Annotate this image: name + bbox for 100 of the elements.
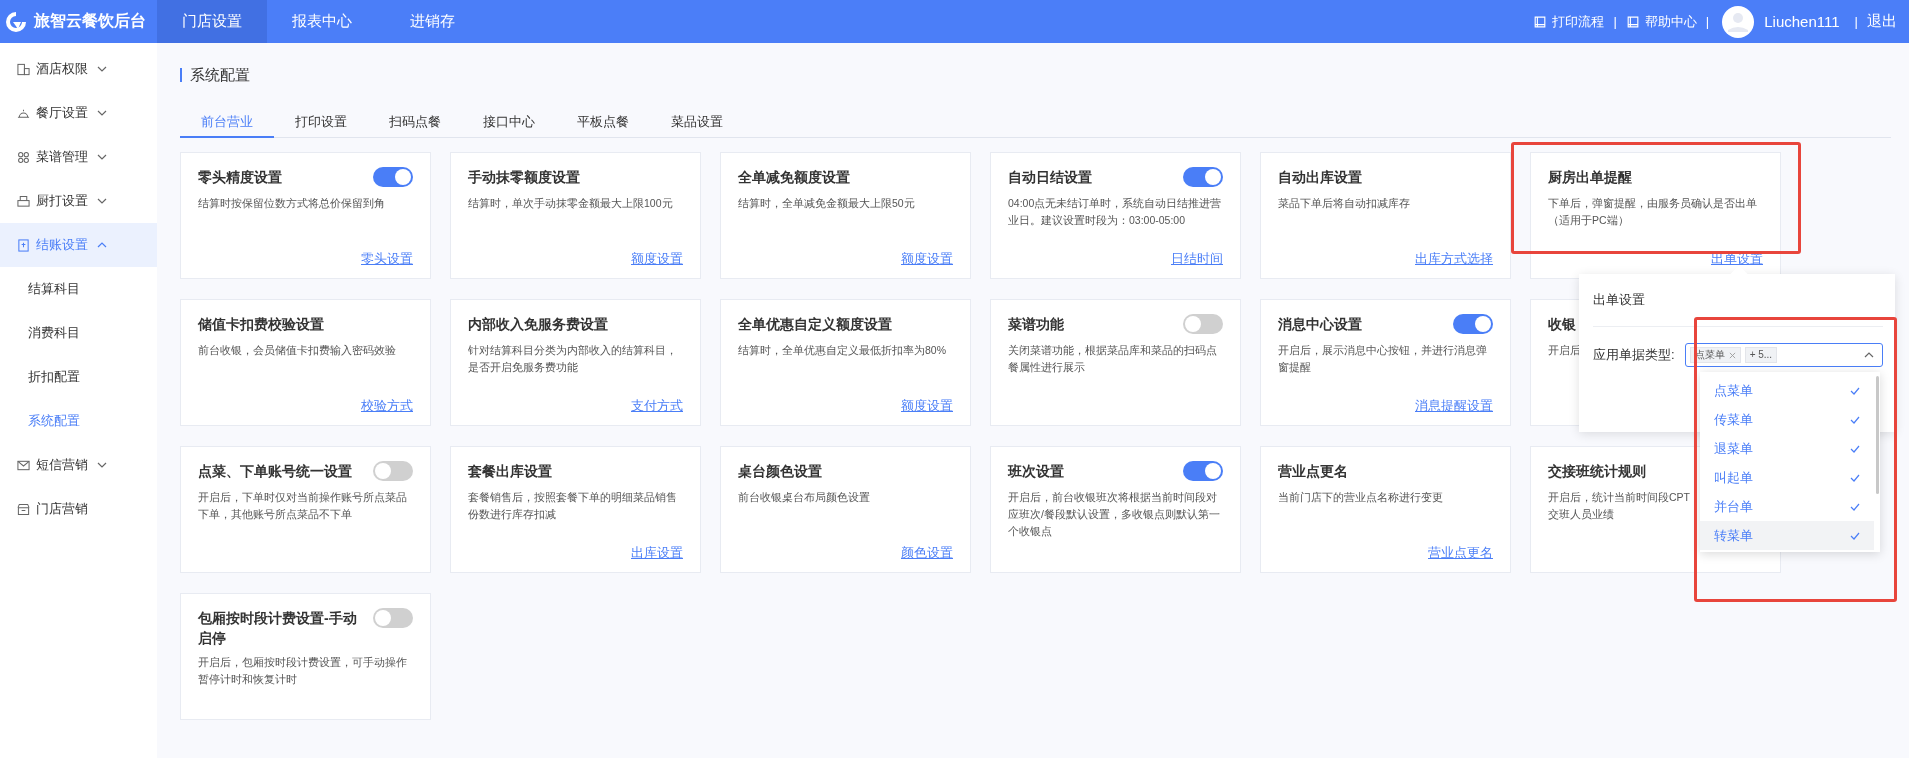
- avatar-icon[interactable]: [1722, 5, 1755, 38]
- header-link[interactable]: 打印流程: [1533, 12, 1605, 31]
- page-title: 系统配置: [180, 68, 1891, 82]
- separator: |: [1705, 14, 1710, 29]
- card-description: 关闭菜谱功能，根据菜品库和菜品的扫码点: [1008, 343, 1217, 358]
- card-link[interactable]: 支付方式: [631, 398, 683, 413]
- check-icon: [1850, 415, 1860, 424]
- card-link[interactable]: 营业点更名: [1428, 545, 1493, 560]
- check-icon: [1850, 531, 1860, 540]
- brand-name: 旅智云餐饮后台: [34, 11, 146, 31]
- toggle-switch[interactable]: [1183, 314, 1223, 334]
- check-icon: [1850, 386, 1860, 395]
- nav-tab[interactable]: 门店设置: [157, 0, 267, 43]
- card-title: 储值卡扣费校验设置: [198, 315, 324, 334]
- toggle-switch[interactable]: [373, 608, 413, 628]
- chevron-icon: [97, 154, 107, 160]
- card-title: 自动出库设置: [1278, 168, 1362, 187]
- sidebar-item[interactable]: 短信营销: [0, 443, 157, 487]
- card-title: 营业点更名: [1278, 462, 1348, 481]
- card-description: 套餐销售后，按照套餐下单的明细菜品销售: [468, 490, 677, 505]
- card-description: 前台收银桌台布局颜色设置: [738, 490, 870, 505]
- card-description: 开启后，前台收银班次将根据当前时间段对: [1008, 490, 1217, 505]
- logout-link[interactable]: 退出: [1867, 12, 1897, 31]
- card-link[interactable]: 额度设置: [631, 251, 683, 266]
- separator: |: [1854, 14, 1858, 29]
- menu-icon: [17, 62, 30, 76]
- card-description: 应班次/餐段默认设置，多收银点则默认第一: [1008, 507, 1220, 522]
- tab[interactable]: 菜品设置: [650, 107, 744, 138]
- card-link[interactable]: 日结时间: [1171, 251, 1223, 266]
- card-description: 前台收银，会员储值卡扣费输入密码效验: [198, 343, 396, 358]
- card-description: 下单后，弹窗提醒，由服务员确认是否出单: [1548, 196, 1757, 211]
- popover-title: 出单设置: [1593, 274, 1883, 327]
- card-description: 窗提醒: [1278, 360, 1311, 375]
- card-link[interactable]: 校验方式: [361, 398, 413, 413]
- sidebar-item[interactable]: 结账设置: [0, 223, 157, 267]
- card-title: 自动日结设置: [1008, 168, 1092, 187]
- sidebar-subitem[interactable]: 折扣配置: [0, 355, 157, 399]
- card-title: 点菜、下单账号统一设置: [198, 462, 352, 481]
- menu-icon: [17, 502, 30, 516]
- dropdown-option[interactable]: 点菜单: [1700, 376, 1874, 405]
- card-description: 结算时，单次手动抹零金额最大上限100元: [468, 196, 673, 211]
- card-description: 结算时，全单减免金额最大上限50元: [738, 196, 915, 211]
- card-link[interactable]: 颜色设置: [901, 545, 953, 560]
- close-icon[interactable]: [1728, 351, 1736, 359]
- sidebar-item[interactable]: 酒店权限: [0, 47, 157, 91]
- card-description: 业日。建议设置时段为：03:00-05:00: [1008, 213, 1186, 228]
- tab[interactable]: 打印设置: [274, 107, 368, 138]
- card-link[interactable]: 额度设置: [901, 251, 953, 266]
- card-title: 套餐出库设置: [468, 462, 552, 481]
- card-title: 全单优惠自定义额度设置: [738, 315, 892, 334]
- dropdown-option[interactable]: 退菜单: [1700, 434, 1874, 463]
- card-title: 桌台颜色设置: [738, 462, 822, 481]
- nav-tab[interactable]: 报表中心: [267, 0, 377, 43]
- separator: |: [1613, 14, 1617, 29]
- card-title: 内部收入免服务费设置: [468, 315, 608, 334]
- dropdown-option[interactable]: 并台单: [1700, 492, 1874, 521]
- more-tag: + 5...: [1744, 347, 1778, 363]
- sidebar-item[interactable]: 餐厅设置: [0, 91, 157, 135]
- card-description: 菜品下单后将自动扣减库存: [1278, 196, 1410, 211]
- user-name[interactable]: Liuchen111: [1764, 13, 1840, 30]
- scrollbar[interactable]: [1876, 376, 1879, 494]
- sidebar-item[interactable]: 门店营销: [0, 487, 157, 531]
- nav-tab[interactable]: 进销存: [377, 0, 487, 43]
- card-description: 04:00点无未结订单时，系统自动日结推进营: [1008, 196, 1222, 211]
- toggle-switch[interactable]: [1453, 314, 1493, 334]
- toggle-switch[interactable]: [373, 461, 413, 481]
- tab[interactable]: 接口中心: [462, 107, 556, 138]
- book-icon: [1533, 14, 1548, 29]
- sidebar-subitem[interactable]: 结算科目: [0, 267, 157, 311]
- dropdown-option[interactable]: 转菜单: [1700, 521, 1874, 550]
- card-description: 当前门店下的营业点名称进行变更: [1278, 490, 1443, 505]
- tab[interactable]: 扫码点餐: [368, 107, 462, 138]
- field-label: 应用单据类型:: [1593, 346, 1675, 364]
- menu-icon: [17, 194, 30, 208]
- sidebar-subitem[interactable]: 系统配置: [0, 399, 157, 443]
- check-icon: [1850, 444, 1860, 453]
- card-description: 开启后，展示消息中心按钮，并进行消息弹: [1278, 343, 1487, 358]
- dropdown-option[interactable]: 叫起单: [1700, 463, 1874, 492]
- card-link[interactable]: 出库设置: [631, 545, 683, 560]
- sidebar-item[interactable]: 厨打设置: [0, 179, 157, 223]
- card-description: 结算时按保留位数方式将总价保留到角: [198, 196, 385, 211]
- toggle-switch[interactable]: [1183, 167, 1223, 187]
- card-link[interactable]: 额度设置: [901, 398, 953, 413]
- dropdown-option[interactable]: 传菜单: [1700, 405, 1874, 434]
- toggle-switch[interactable]: [1183, 461, 1223, 481]
- card-description: 下单，其他账号所点菜品不下单: [198, 507, 352, 522]
- tab[interactable]: 前台营业: [180, 107, 274, 138]
- header-link[interactable]: 帮助中心: [1625, 12, 1697, 31]
- card-link[interactable]: 出库方式选择: [1415, 251, 1493, 266]
- sidebar-subitem[interactable]: 消费科目: [0, 311, 157, 355]
- card-link[interactable]: 零头设置: [361, 251, 413, 266]
- toggle-switch[interactable]: [373, 167, 413, 187]
- caret-icon: [1864, 352, 1874, 358]
- card-description: 是否开启免服务费功能: [468, 360, 578, 375]
- card-link[interactable]: 消息提醒设置: [1415, 398, 1493, 413]
- tab[interactable]: 平板点餐: [556, 107, 650, 138]
- check-icon: [1850, 502, 1860, 511]
- card-title: 菜谱功能: [1008, 315, 1064, 334]
- card-title: 班次设置: [1008, 462, 1064, 481]
- sidebar-item[interactable]: 菜谱管理: [0, 135, 157, 179]
